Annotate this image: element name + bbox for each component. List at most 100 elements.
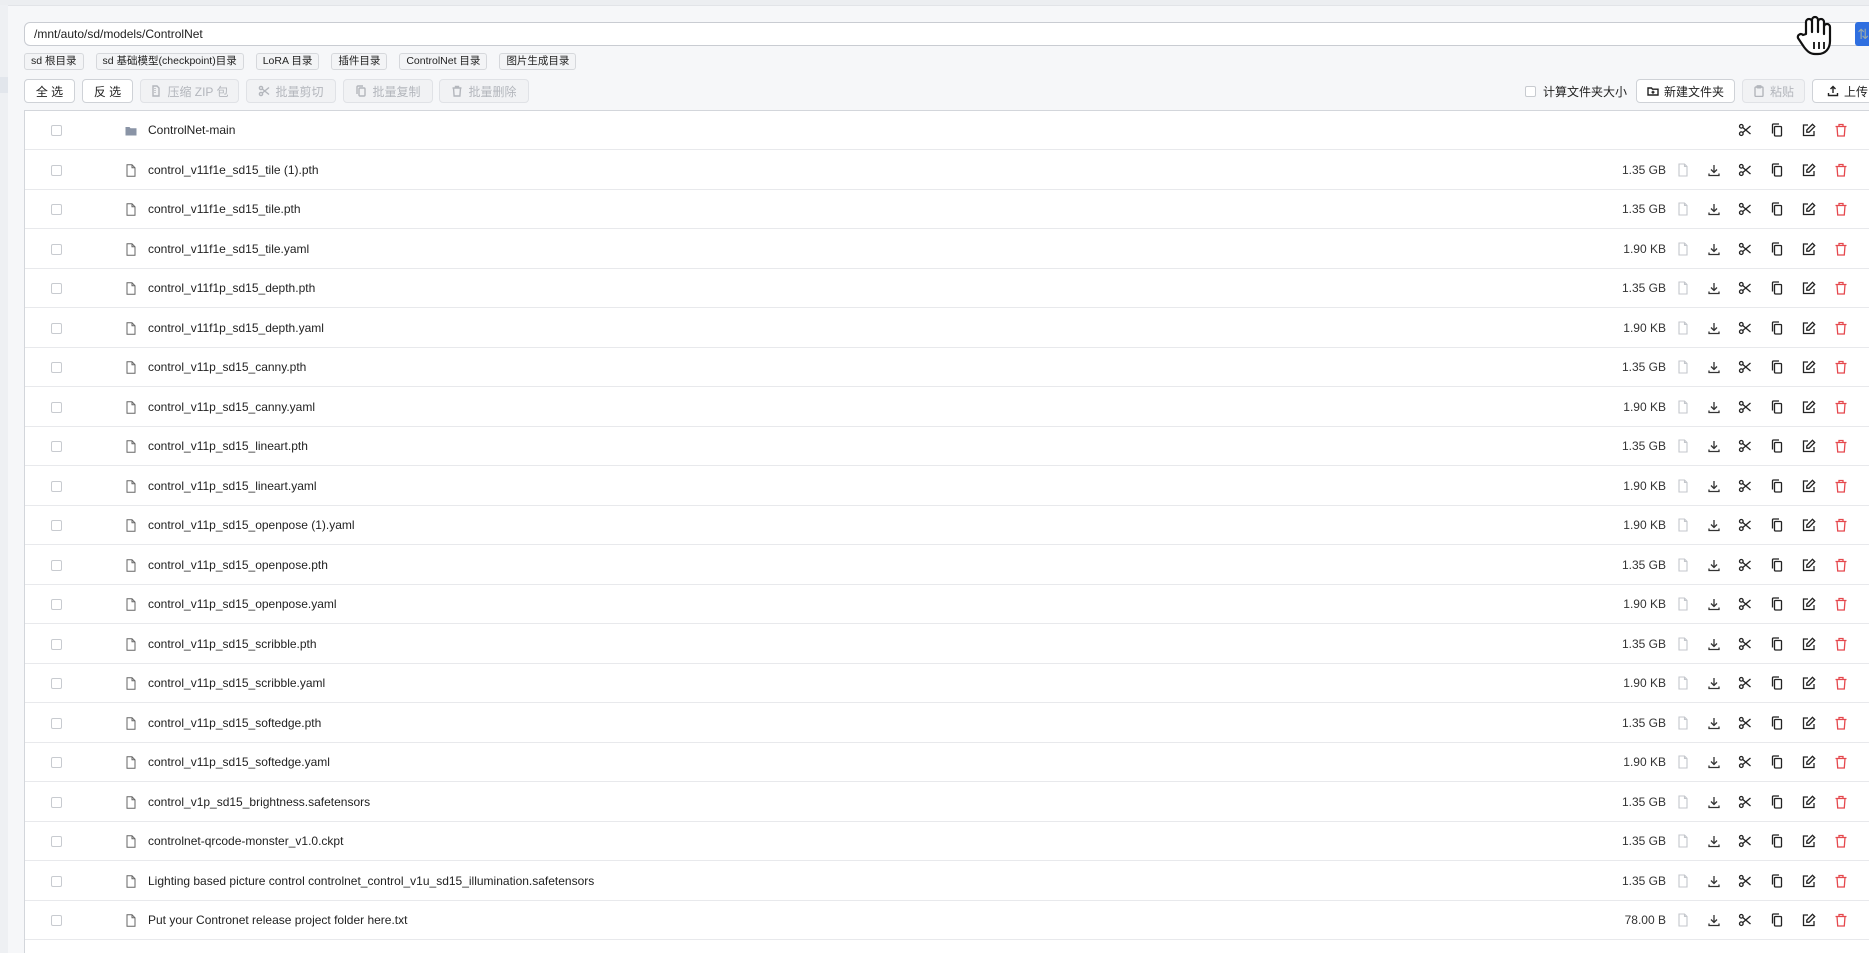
edit-icon[interactable]: [1802, 321, 1816, 335]
delete-icon[interactable]: [1834, 637, 1848, 651]
row-checkbox[interactable]: [51, 125, 62, 136]
row-checkbox[interactable]: [51, 362, 62, 373]
row-checkbox[interactable]: [51, 323, 62, 334]
download-icon[interactable]: [1707, 874, 1721, 888]
row-checkbox[interactable]: [51, 797, 62, 808]
edit-icon[interactable]: [1802, 518, 1816, 532]
preview-icon[interactable]: [1676, 400, 1690, 414]
cut-icon[interactable]: [1738, 597, 1752, 611]
preview-icon[interactable]: [1676, 202, 1690, 216]
file-name[interactable]: Lighting based picture control controlne…: [148, 874, 594, 888]
copy-icon[interactable]: [1770, 518, 1784, 532]
preview-icon[interactable]: [1676, 281, 1690, 295]
file-row[interactable]: control_v11f1p_sd15_depth.yaml 1.90 KB: [25, 309, 1869, 348]
copy-icon[interactable]: [1770, 321, 1784, 335]
cut-icon[interactable]: [1738, 242, 1752, 256]
select-all-button[interactable]: 全 选: [24, 79, 75, 103]
row-checkbox[interactable]: [51, 876, 62, 887]
copy-icon[interactable]: [1770, 123, 1784, 137]
download-icon[interactable]: [1707, 242, 1721, 256]
download-icon[interactable]: [1707, 676, 1721, 690]
download-icon[interactable]: [1707, 281, 1721, 295]
copy-icon[interactable]: [1770, 360, 1784, 374]
row-checkbox[interactable]: [51, 718, 62, 729]
file-row[interactable]: control_v11p_sd15_openpose.yaml 1.90 KB: [25, 585, 1869, 624]
cut-icon[interactable]: [1738, 637, 1752, 651]
delete-icon[interactable]: [1834, 716, 1848, 730]
file-name[interactable]: controlnet-qrcode-monster_v1.0.ckpt: [148, 834, 343, 848]
cut-icon[interactable]: [1738, 795, 1752, 809]
cut-icon[interactable]: [1738, 913, 1752, 927]
file-row[interactable]: control_v11p_sd15_openpose (1).yaml 1.90 …: [25, 506, 1869, 545]
edit-icon[interactable]: [1802, 874, 1816, 888]
file-name[interactable]: Put your Contronet release project folde…: [148, 913, 407, 927]
batch-copy-button[interactable]: 批量复制: [343, 79, 433, 103]
paste-button[interactable]: 粘贴: [1742, 79, 1805, 103]
row-checkbox[interactable]: [51, 639, 62, 650]
edit-icon[interactable]: [1802, 755, 1816, 769]
file-row[interactable]: control_v11p_sd15_canny.pth 1.35 GB: [25, 348, 1869, 387]
new-folder-button[interactable]: 新建文件夹: [1636, 79, 1735, 103]
copy-icon[interactable]: [1770, 676, 1784, 690]
row-checkbox[interactable]: [51, 481, 62, 492]
file-name[interactable]: control_v11p_sd15_lineart.yaml: [148, 479, 317, 493]
copy-icon[interactable]: [1770, 795, 1784, 809]
preview-icon[interactable]: [1676, 360, 1690, 374]
edit-icon[interactable]: [1802, 439, 1816, 453]
cut-icon[interactable]: [1738, 123, 1752, 137]
invert-selection-button[interactable]: 反 选: [82, 79, 133, 103]
copy-icon[interactable]: [1770, 400, 1784, 414]
upload-button[interactable]: 上传: [1812, 79, 1869, 103]
edit-icon[interactable]: [1802, 597, 1816, 611]
file-row[interactable]: control_v11f1p_sd15_depth.pth 1.35 GB: [25, 269, 1869, 308]
file-row[interactable]: control_v11p_sd15_scribble.yaml 1.90 KB: [25, 664, 1869, 703]
row-checkbox[interactable]: [51, 204, 62, 215]
delete-icon[interactable]: [1834, 874, 1848, 888]
row-checkbox[interactable]: [51, 441, 62, 452]
delete-icon[interactable]: [1834, 755, 1848, 769]
copy-icon[interactable]: [1770, 439, 1784, 453]
preview-icon[interactable]: [1676, 795, 1690, 809]
delete-icon[interactable]: [1834, 518, 1848, 532]
delete-icon[interactable]: [1834, 400, 1848, 414]
path-input[interactable]: /mnt/auto/sd/models/ControlNet: [24, 22, 1869, 46]
download-icon[interactable]: [1707, 558, 1721, 572]
download-icon[interactable]: [1707, 479, 1721, 493]
download-icon[interactable]: [1707, 755, 1721, 769]
file-row[interactable]: control_v11f1e_sd15_tile.yaml 1.90 KB: [25, 230, 1869, 269]
edit-icon[interactable]: [1802, 716, 1816, 730]
preview-icon[interactable]: [1676, 518, 1690, 532]
edit-icon[interactable]: [1802, 360, 1816, 374]
shortcut-sd-root[interactable]: sd 根目录: [24, 53, 84, 70]
delete-icon[interactable]: [1834, 676, 1848, 690]
download-icon[interactable]: [1707, 716, 1721, 730]
preview-icon[interactable]: [1676, 321, 1690, 335]
edit-icon[interactable]: [1802, 123, 1816, 137]
edit-icon[interactable]: [1802, 202, 1816, 216]
file-name[interactable]: control_v11p_sd15_openpose.pth: [148, 558, 328, 572]
file-name[interactable]: control_v1p_sd15_brightness.safetensors: [148, 795, 370, 809]
row-checkbox[interactable]: [51, 678, 62, 689]
batch-cut-button[interactable]: 批量剪切: [246, 79, 336, 103]
preview-icon[interactable]: [1676, 637, 1690, 651]
row-checkbox[interactable]: [51, 165, 62, 176]
row-checkbox[interactable]: [51, 402, 62, 413]
cut-icon[interactable]: [1738, 281, 1752, 295]
cut-icon[interactable]: [1738, 400, 1752, 414]
download-icon[interactable]: [1707, 637, 1721, 651]
download-icon[interactable]: [1707, 439, 1721, 453]
copy-icon[interactable]: [1770, 637, 1784, 651]
download-icon[interactable]: [1707, 202, 1721, 216]
copy-icon[interactable]: [1770, 755, 1784, 769]
row-checkbox[interactable]: [51, 560, 62, 571]
copy-icon[interactable]: [1770, 874, 1784, 888]
copy-icon[interactable]: [1770, 242, 1784, 256]
delete-icon[interactable]: [1834, 202, 1848, 216]
file-name[interactable]: control_v11p_sd15_openpose (1).yaml: [148, 518, 355, 532]
row-checkbox[interactable]: [51, 599, 62, 610]
file-name[interactable]: ControlNet-main: [148, 123, 235, 137]
cut-icon[interactable]: [1738, 439, 1752, 453]
copy-icon[interactable]: [1770, 913, 1784, 927]
file-name[interactable]: control_v11f1e_sd15_tile.yaml: [148, 242, 309, 256]
preview-icon[interactable]: [1676, 597, 1690, 611]
